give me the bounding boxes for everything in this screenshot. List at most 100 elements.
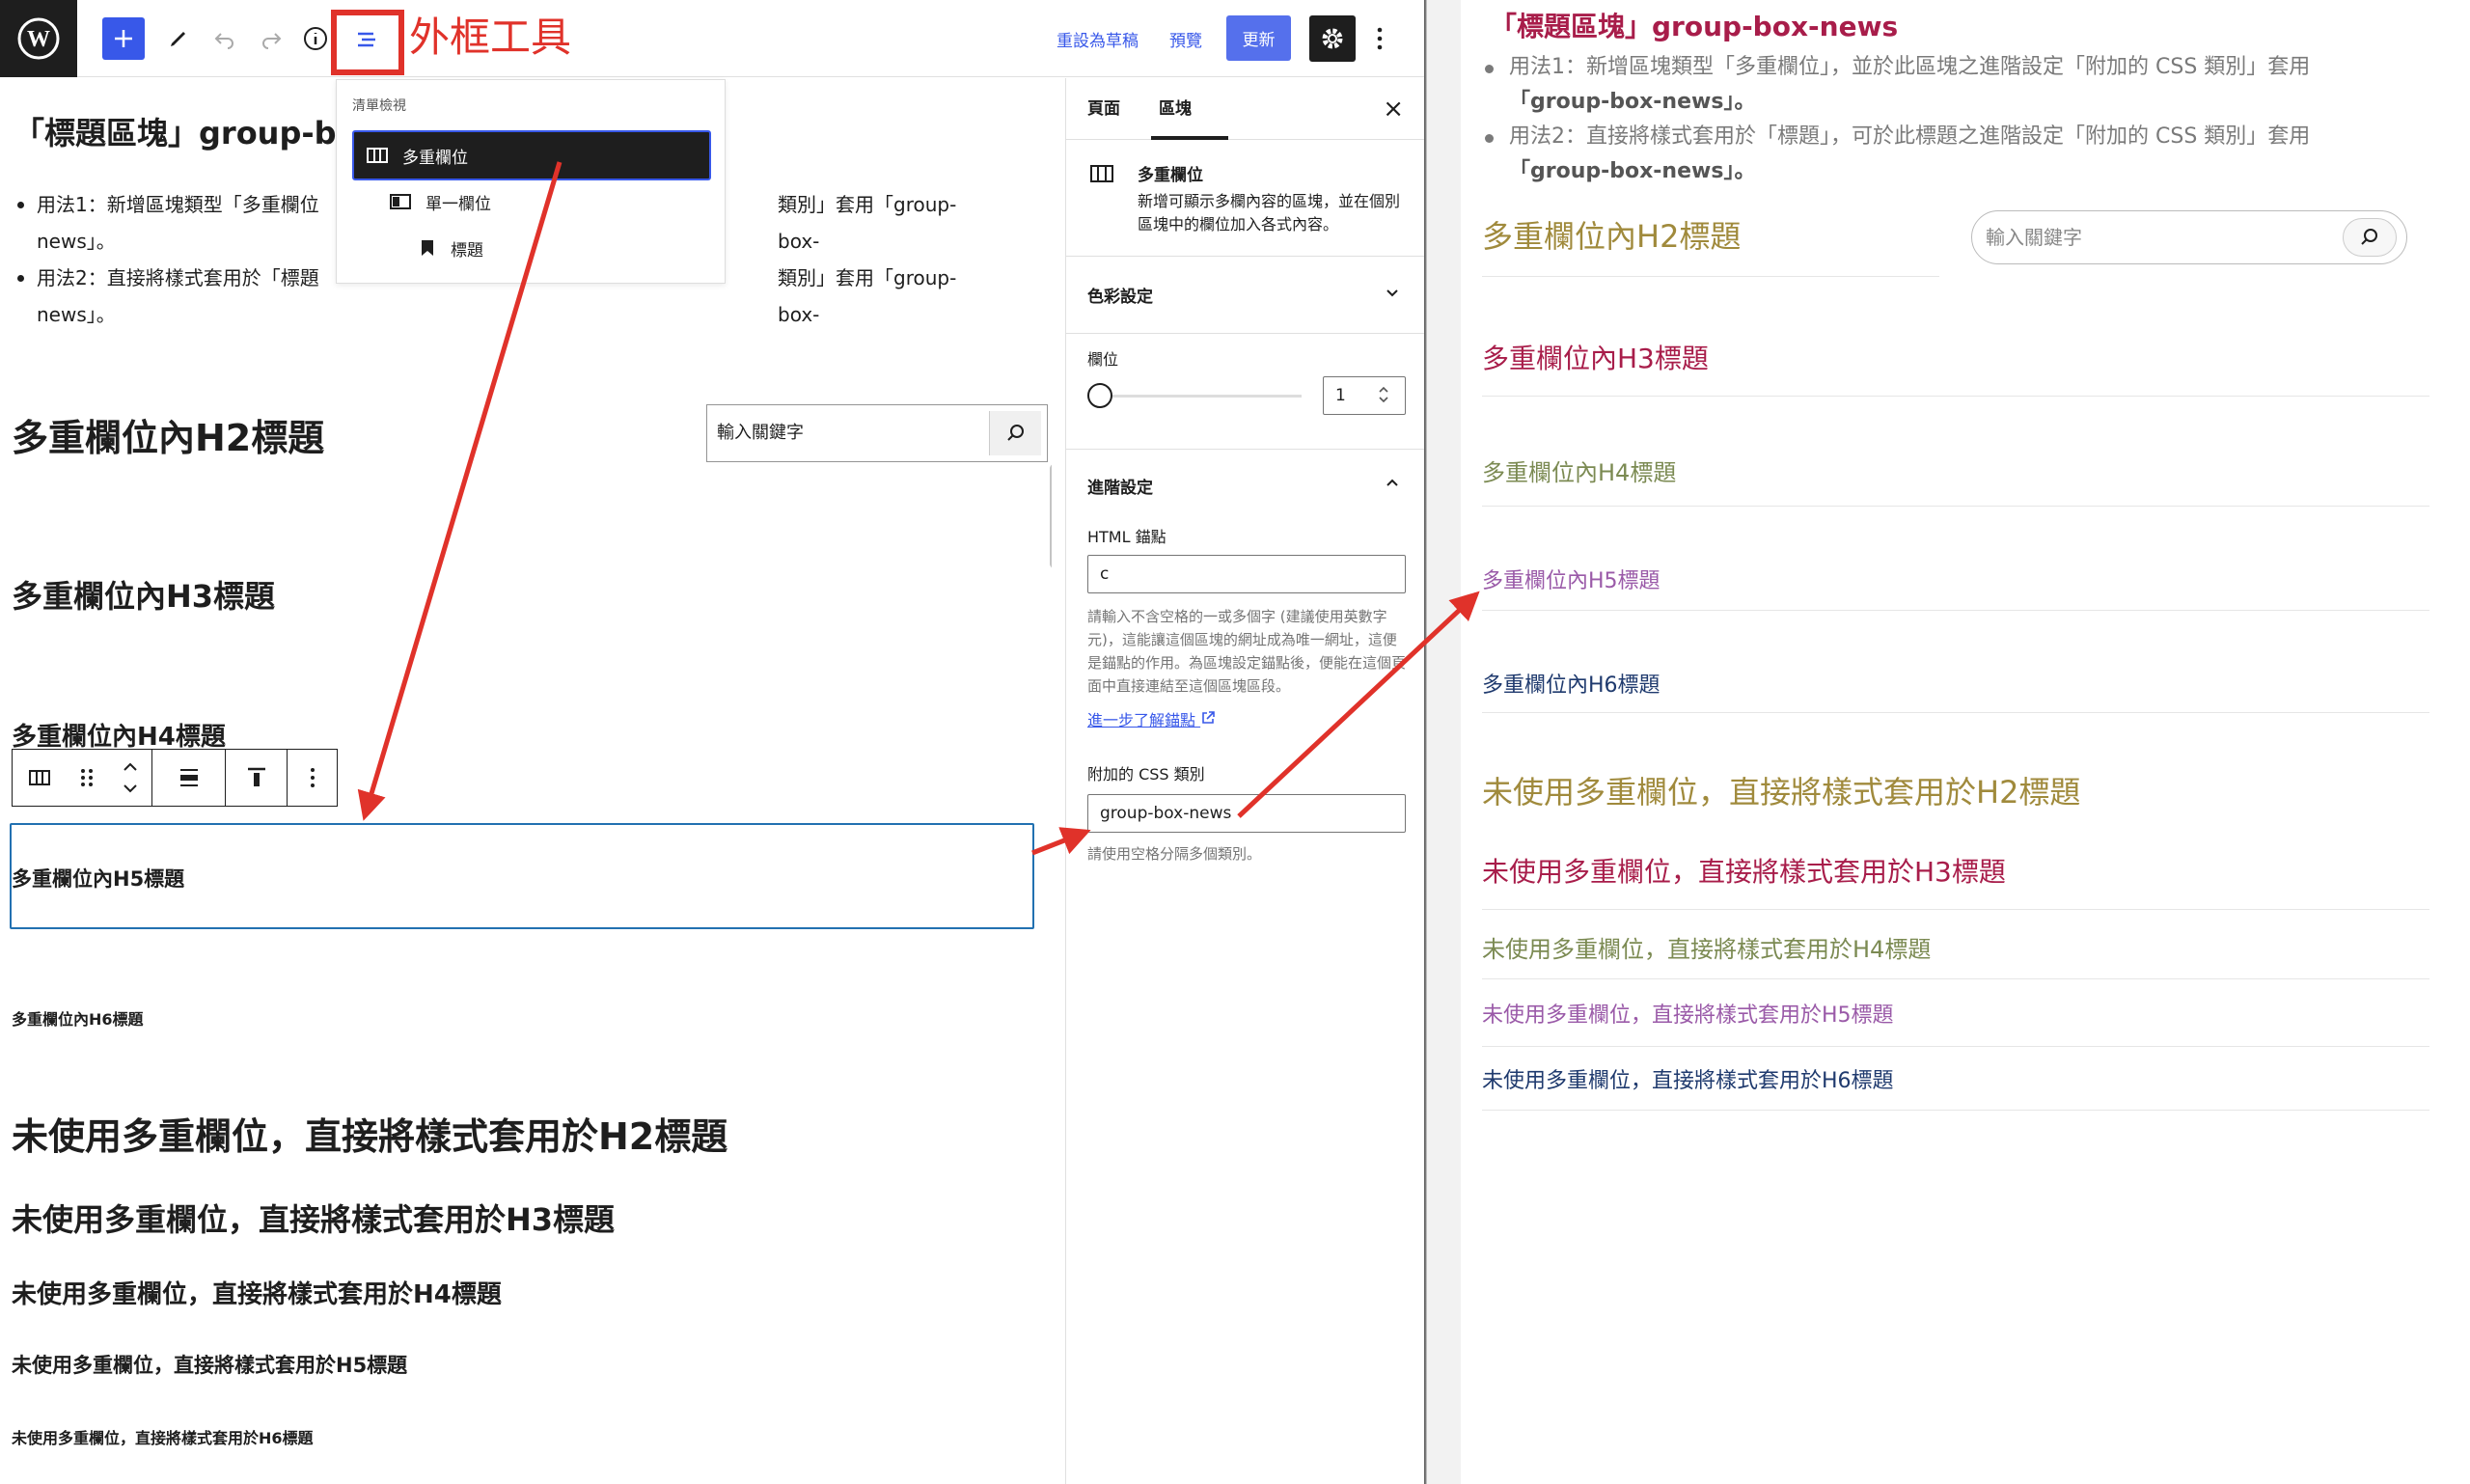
divider-line xyxy=(1482,1046,2429,1047)
list-view-item-column[interactable]: 單一欄位 xyxy=(352,177,711,227)
columns-slider-track[interactable] xyxy=(1087,395,1302,398)
align-center-icon[interactable] xyxy=(167,750,211,806)
external-link-icon xyxy=(1202,711,1215,724)
columns-icon xyxy=(1090,165,1113,182)
anchor-learn-more-text: 進一步了解錨點 xyxy=(1087,711,1196,729)
heading-h3[interactable]: 多重欄位內H3標題 xyxy=(12,572,275,617)
block-toolbar xyxy=(12,749,338,807)
active-tab-indicator xyxy=(1151,136,1228,140)
list-view-panel: 清單檢視 多重欄位 單一欄位 標題 xyxy=(336,79,726,284)
list-item: 用法2：直接將樣式套用於「標題」，可於此標題之進階設定「附加的 CSS 類別」套… xyxy=(1461,120,2445,189)
save-draft-link[interactable]: 重設為草稿 xyxy=(1057,27,1139,51)
more-options-button[interactable] xyxy=(1370,17,1389,60)
preview-title: 「標題區塊」group-box-news xyxy=(1490,11,1899,42)
html-anchor-input[interactable]: c xyxy=(1087,555,1406,593)
list-view-item-label: 標題 xyxy=(451,240,483,261)
list-view-item-columns[interactable]: 多重欄位 xyxy=(352,130,711,180)
plain-heading-h3[interactable]: 未使用多重欄位，直接將樣式套用於H3標題 xyxy=(12,1195,615,1240)
heading-h4[interactable]: 多重欄位內H4標題 xyxy=(12,717,226,753)
heading-h2[interactable]: 多重欄位內H2標題 xyxy=(12,408,324,461)
divider-line xyxy=(1482,396,2429,397)
plus-icon xyxy=(115,30,132,47)
columns-number-input[interactable]: 1 xyxy=(1323,376,1406,415)
page-title[interactable]: 「標題區塊」group-bo xyxy=(14,109,358,153)
wordpress-logo-icon[interactable]: W xyxy=(0,0,77,77)
divider-line xyxy=(1482,276,1939,277)
list-item-tail: 「group-box-news」。 xyxy=(1509,90,1756,114)
vertical-ellipsis-icon xyxy=(1377,27,1383,50)
chevron-up-icon[interactable] xyxy=(1384,474,1401,491)
list-item-text-right: 類別」套用「group-box- xyxy=(778,193,957,253)
preview-usage-list: 用法1：新增區塊類型「多重欄位」，並於此區塊之進階設定「附加的 CSS 類別」套… xyxy=(1461,50,2445,189)
chevron-down-icon[interactable] xyxy=(1384,285,1401,302)
advanced-panel-title[interactable]: 進階設定 xyxy=(1087,474,1153,498)
preview-plain-heading-h3: 未使用多重欄位，直接將樣式套用於H3標題 xyxy=(1482,856,2006,888)
preview-plain-heading-h6: 未使用多重欄位，直接將樣式套用於H6標題 xyxy=(1482,1069,1894,1093)
svg-text:W: W xyxy=(27,27,50,52)
preview-link[interactable]: 預覽 xyxy=(1169,27,1202,51)
plain-heading-h4[interactable]: 未使用多重欄位，直接將樣式套用於H4標題 xyxy=(12,1275,502,1310)
search-input[interactable]: 輸入關鍵字 xyxy=(1986,211,2082,263)
list-view-item-label: 多重欄位 xyxy=(402,148,468,168)
move-up-down-icon[interactable] xyxy=(113,750,148,806)
list-view-heading: 清單檢視 xyxy=(352,98,406,114)
preview-heading-h2: 多重欄位內H2標題 xyxy=(1482,218,1742,255)
columns-icon xyxy=(367,148,388,163)
search-button[interactable] xyxy=(989,411,1041,455)
block-options-icon[interactable] xyxy=(296,750,329,806)
preview-plain-heading-h4: 未使用多重欄位，直接將樣式套用於H4標題 xyxy=(1482,936,1932,963)
search-block[interactable]: 輸入關鍵字 xyxy=(706,404,1048,462)
update-button[interactable]: 更新 xyxy=(1226,15,1291,61)
divider-line xyxy=(1482,610,2429,611)
annotation-label: 外框工具 xyxy=(409,14,572,61)
preview-heading-h3: 多重欄位內H3標題 xyxy=(1482,343,1709,374)
preview-heading-h4: 多重欄位內H4標題 xyxy=(1482,459,1677,486)
css-class-help: 請使用空格分隔多個類別。 xyxy=(1087,845,1262,863)
list-item-text: 用法2：直接將樣式套用於「標題」，可於此標題之進階設定「附加的 CSS 類別」套… xyxy=(1509,124,2311,149)
heading-h5[interactable]: 多重欄位內H5標題 xyxy=(12,864,184,893)
search-input[interactable]: 輸入關鍵字 xyxy=(717,405,804,461)
close-icon[interactable]: × xyxy=(1383,96,1404,123)
plain-heading-h5[interactable]: 未使用多重欄位，直接將樣式套用於H5標題 xyxy=(12,1350,407,1379)
preview-plain-heading-h5: 未使用多重欄位，直接將樣式套用於H5標題 xyxy=(1482,1003,1894,1028)
settings-button[interactable] xyxy=(1309,15,1356,62)
color-settings-panel-title[interactable]: 色彩設定 xyxy=(1087,283,1153,307)
tab-page[interactable]: 頁面 xyxy=(1087,78,1120,140)
search-button[interactable] xyxy=(2343,218,2397,257)
tools-edit-button[interactable] xyxy=(156,16,201,61)
tab-block[interactable]: 區塊 xyxy=(1159,78,1192,140)
redo-button[interactable] xyxy=(249,16,293,61)
editor-top-toolbar: W 外框工具 重設為草稿 預覽 更新 xyxy=(0,0,1424,77)
heading-h6[interactable]: 多重欄位內H6標題 xyxy=(12,1006,144,1030)
undo-button[interactable] xyxy=(203,16,247,61)
list-view-item-heading[interactable]: 標題 xyxy=(352,223,711,273)
list-item-tail: 「group-box-news」。 xyxy=(1509,159,1756,183)
spinner-arrows-icon[interactable] xyxy=(1377,383,1390,406)
divider-line xyxy=(1482,506,2429,507)
columns-block-icon[interactable] xyxy=(22,750,57,806)
columns-slider-thumb[interactable] xyxy=(1087,383,1112,408)
bookmark-icon xyxy=(422,240,433,256)
drag-handle-icon[interactable] xyxy=(72,750,101,806)
preview-search[interactable]: 輸入關鍵字 xyxy=(1971,210,2407,264)
plain-heading-h6[interactable]: 未使用多重欄位，直接將樣式套用於H6標題 xyxy=(12,1425,314,1448)
list-item-text: 用法1：新增區塊類型「多重欄位」，並於此區塊之進階設定「附加的 CSS 類別」套… xyxy=(1509,55,2311,79)
divider-line xyxy=(1482,978,2429,979)
preview-heading-h6: 多重欄位內H6標題 xyxy=(1482,673,1660,698)
block-editor: W 外框工具 重設為草稿 預覽 更新 「標題區塊」group-bo 用法1：新增… xyxy=(0,0,1424,1484)
scrollbar-thumb[interactable] xyxy=(1050,464,1052,568)
anchor-learn-more-link[interactable]: 進一步了解錨點 xyxy=(1087,707,1216,730)
editor-canvas: 「標題區塊」group-bo 用法1：新增區塊類型「多重欄位 類別」套用「grou… xyxy=(0,78,1052,1484)
list-item-tail: news」。 xyxy=(37,303,116,326)
preview-plain-heading-h2: 未使用多重欄位，直接將樣式套用於H2標題 xyxy=(1482,774,2081,811)
settings-sidebar: 頁面 區塊 × 多重欄位 新增可顯示多欄內容的區塊，並在個別區塊中的欄位加入各式… xyxy=(1065,78,1424,1484)
list-item: 用法1：新增區塊類型「多重欄位」，並於此區塊之進階設定「附加的 CSS 類別」套… xyxy=(1461,50,2445,120)
css-class-input[interactable]: group-box-news xyxy=(1087,794,1406,833)
search-icon xyxy=(2361,229,2377,245)
column-icon xyxy=(390,194,411,209)
list-item-text: 用法1：新增區塊類型「多重欄位 xyxy=(37,193,319,216)
divider-line xyxy=(1482,1110,2429,1111)
plain-heading-h2[interactable]: 未使用多重欄位，直接將樣式套用於H2標題 xyxy=(12,1107,727,1160)
vertical-align-top-icon[interactable] xyxy=(234,750,279,806)
add-block-button[interactable] xyxy=(102,17,145,60)
